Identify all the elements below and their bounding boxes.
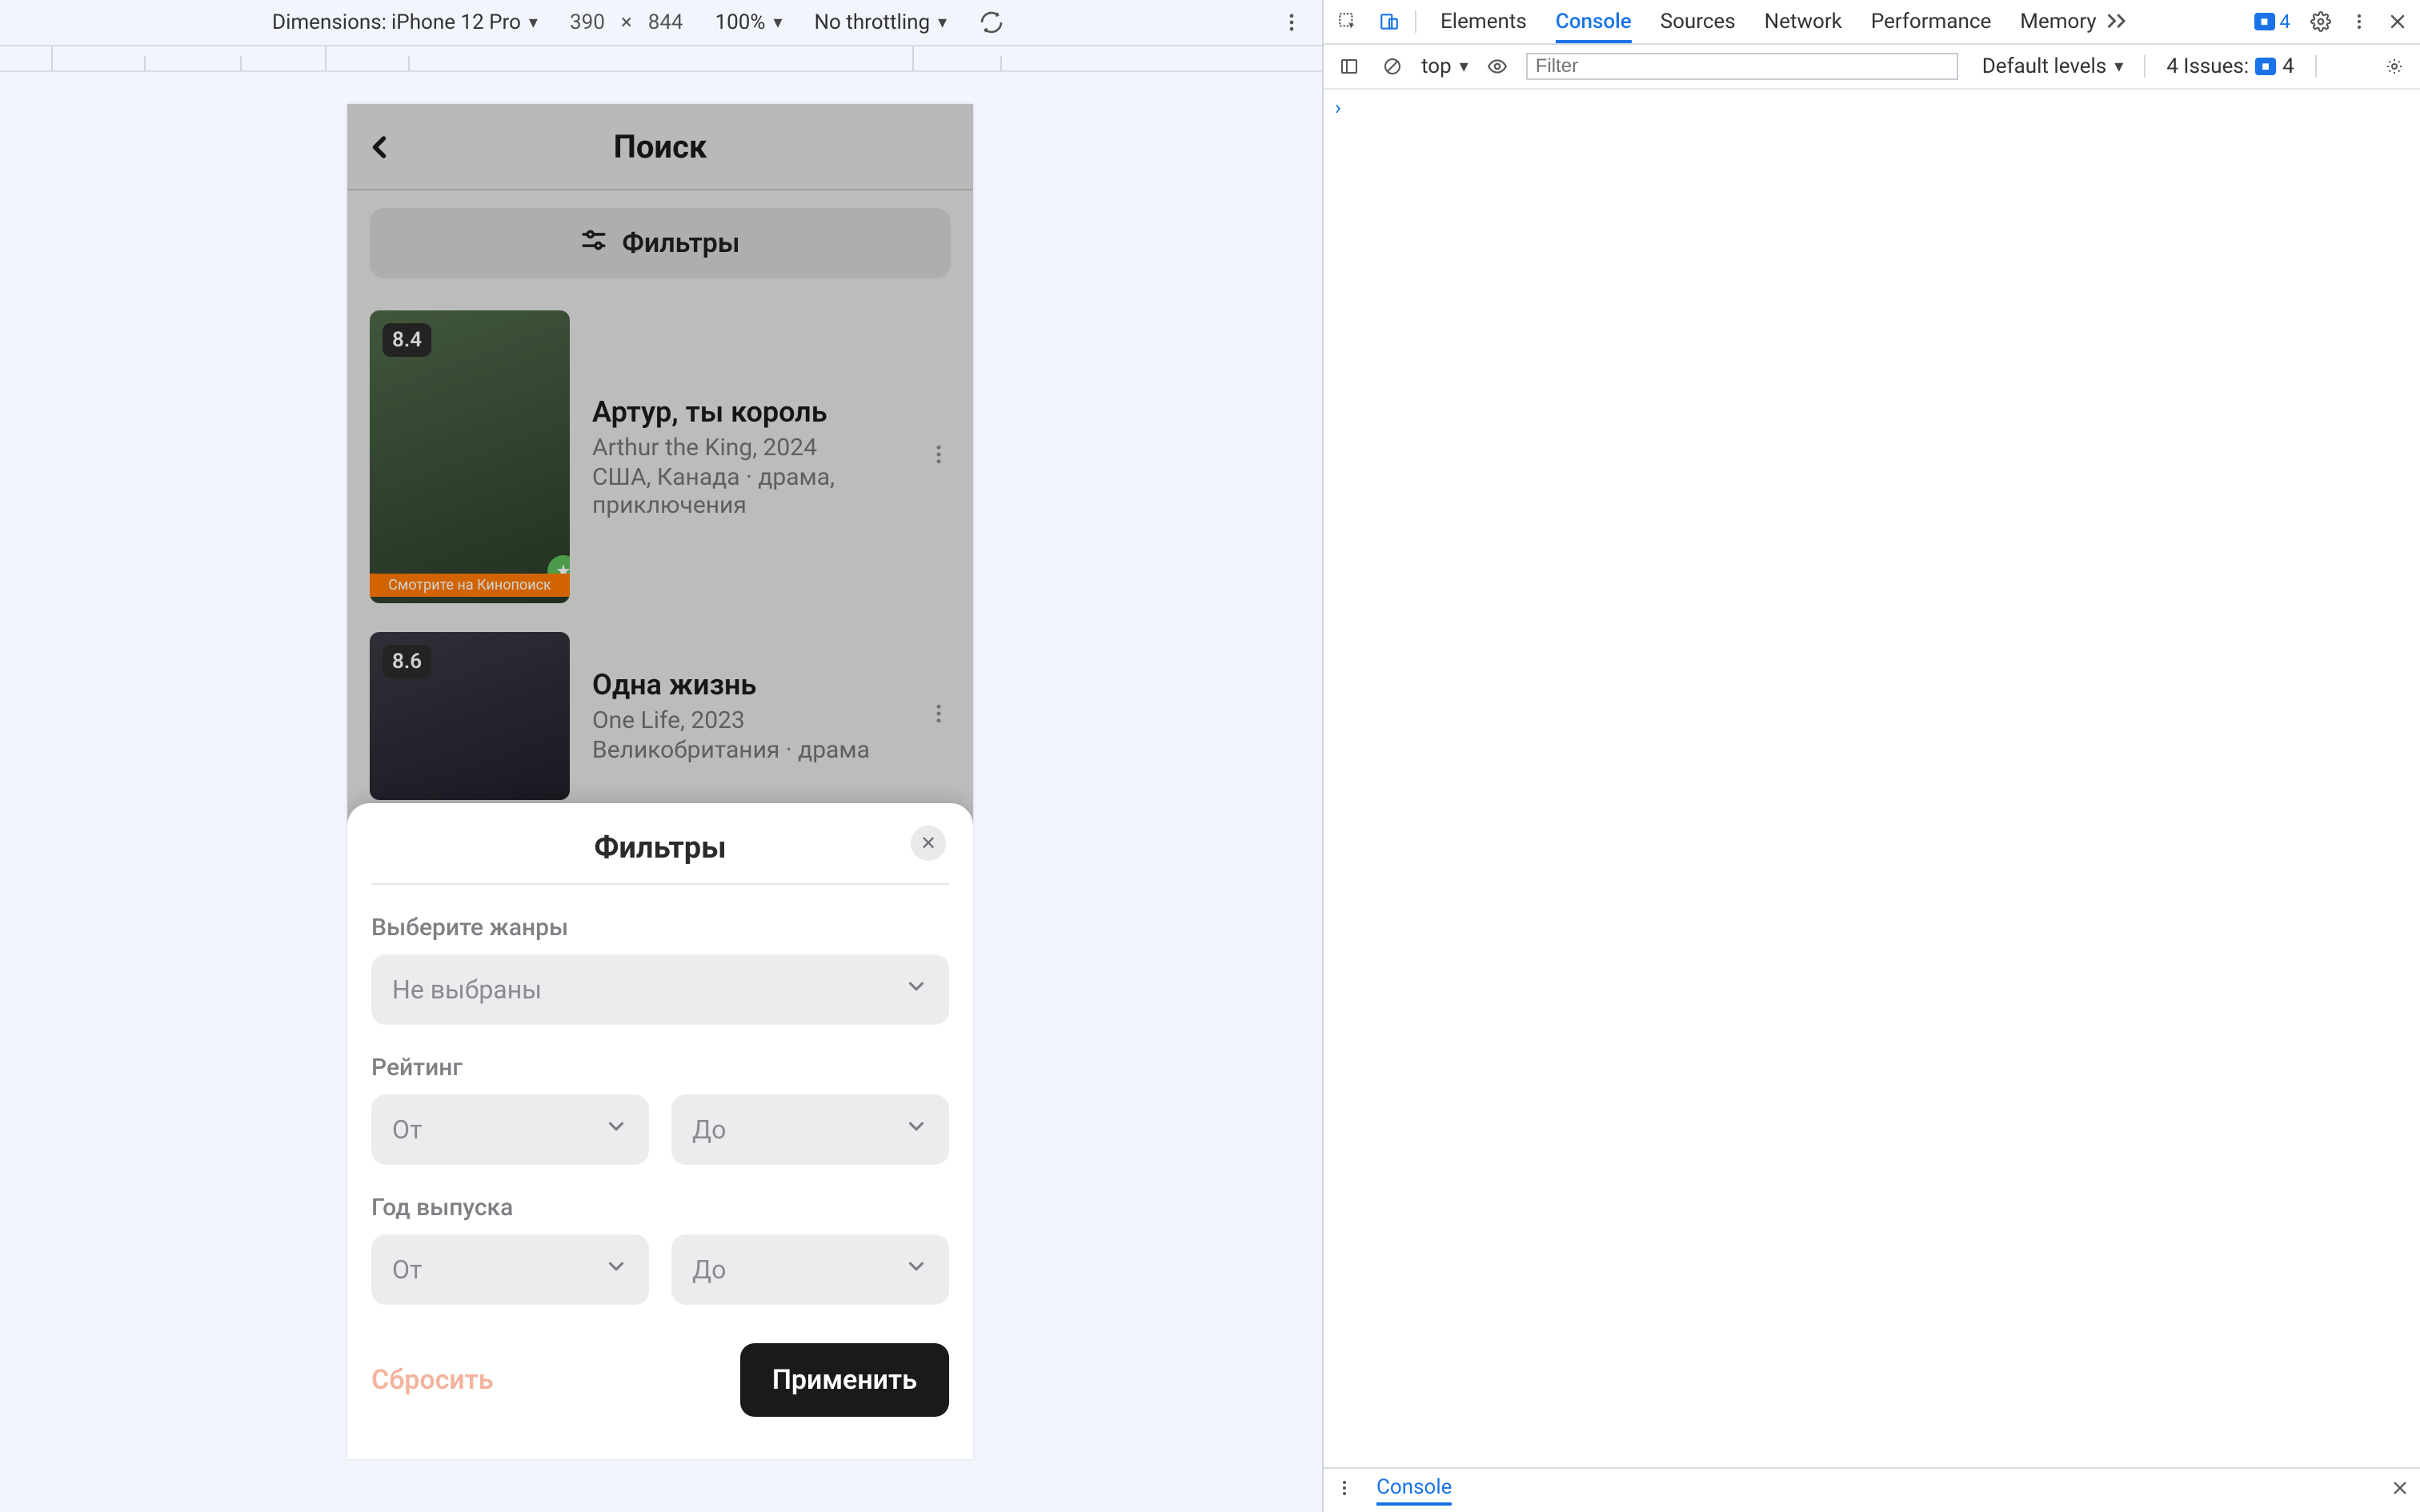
devtools-drawer: Console — [1324, 1467, 2420, 1512]
close-icon[interactable] — [2383, 7, 2412, 36]
toolbar-separator — [0, 45, 1322, 46]
from-placeholder: От — [392, 1254, 422, 1285]
log-levels-selector[interactable]: Default levels ▾ — [1982, 54, 2124, 78]
console-prompt-caret-icon: › — [1335, 96, 1341, 120]
filters-sheet: Фильтры ✕ Выберите жанры Не выбраны Рейт… — [347, 803, 973, 1459]
issues-counter[interactable]: 4 Issues: ■ 4 — [2166, 54, 2294, 78]
genres-placeholder: Не выбраны — [392, 974, 542, 1005]
tab-network[interactable]: Network — [1765, 0, 1842, 43]
sheet-header: Фильтры ✕ — [371, 826, 949, 885]
rating-to-select[interactable]: До — [671, 1094, 949, 1165]
caret-down-icon: ▾ — [529, 13, 538, 33]
settings-icon[interactable] — [2306, 7, 2335, 36]
ruler — [0, 70, 1322, 72]
messages-badge[interactable]: ■ 4 — [2254, 10, 2291, 33]
clear-console-icon[interactable] — [1378, 52, 1407, 81]
more-tabs-icon[interactable] — [2106, 10, 2129, 34]
zoom-selector[interactable]: 100% ▾ — [715, 10, 783, 34]
message-icon: ■ — [2255, 58, 2276, 75]
throttling-selector[interactable]: No throttling ▾ — [814, 10, 947, 34]
chevron-down-icon — [604, 1254, 628, 1285]
to-placeholder: До — [692, 1114, 726, 1145]
tab-memory[interactable]: Memory — [2020, 0, 2096, 43]
tab-performance[interactable]: Performance — [1871, 0, 1991, 43]
chevron-down-icon — [904, 1114, 928, 1145]
kebab-menu-icon[interactable] — [1280, 11, 1303, 34]
year-to-select[interactable]: До — [671, 1234, 949, 1305]
device-toolbar: Dimensions: iPhone 12 Pro ▾ 390 × 844 10… — [0, 0, 1322, 45]
year-from-select[interactable]: От — [371, 1234, 649, 1305]
console-toolbar: top ▾ Default levels ▾ 4 Issues: ■ 4 — [1324, 45, 2420, 90]
times-icon: × — [621, 10, 632, 34]
chevron-down-icon — [904, 974, 928, 1005]
caret-down-icon: ▾ — [938, 13, 947, 33]
sheet-title: Фильтры — [594, 830, 726, 866]
height-input[interactable]: 844 — [648, 10, 683, 34]
kebab-menu-icon[interactable] — [2345, 7, 2374, 36]
chevron-down-icon — [904, 1254, 928, 1285]
kebab-menu-icon[interactable] — [1335, 1478, 1354, 1503]
from-placeholder: От — [392, 1114, 422, 1145]
issues-label: 4 Issues: — [2166, 54, 2249, 78]
devtools-panel: Elements Console Sources Network Perform… — [1322, 0, 2420, 1512]
close-icon[interactable] — [2391, 1478, 2409, 1502]
devtools-tabs: Elements Console Sources Network Perform… — [1440, 0, 2097, 43]
inspect-element-icon[interactable] — [1332, 9, 1364, 34]
drawer-tab-console[interactable]: Console — [1376, 1475, 1452, 1506]
device-dimensions-selector[interactable]: Dimensions: iPhone 12 Pro ▾ — [272, 10, 538, 34]
to-placeholder: До — [692, 1254, 726, 1285]
tab-elements[interactable]: Elements — [1440, 0, 1527, 43]
levels-value: Default levels — [1982, 54, 2107, 78]
width-input[interactable]: 390 — [570, 10, 605, 34]
console-settings-icon[interactable] — [2380, 52, 2409, 81]
filter-input[interactable] — [1526, 53, 1958, 80]
close-icon[interactable]: ✕ — [911, 826, 946, 861]
issues-count: 4 — [2282, 54, 2294, 78]
device-name: iPhone 12 Pro — [391, 10, 521, 34]
zoom-value: 100% — [715, 10, 766, 34]
console-body[interactable]: › — [1324, 90, 2420, 126]
genres-label: Выберите жанры — [371, 914, 949, 942]
emulated-phone-viewport: Поиск Фильтры 8.4 ★ Смотрите на Кинопоис… — [347, 104, 973, 1459]
tab-sources[interactable]: Sources — [1661, 0, 1736, 43]
toggle-device-toolbar-icon[interactable] — [1373, 9, 1405, 34]
caret-down-icon: ▾ — [2114, 57, 2123, 77]
rotate-icon[interactable] — [979, 10, 1004, 35]
dimensions-inputs: 390 × 844 — [570, 10, 683, 34]
chevron-down-icon — [604, 1114, 628, 1145]
throttling-value: No throttling — [814, 10, 930, 34]
tab-console[interactable]: Console — [1556, 0, 1632, 43]
year-label: Год выпуска — [371, 1194, 949, 1222]
live-expression-icon[interactable] — [1483, 52, 1512, 81]
genres-select[interactable]: Не выбраны — [371, 954, 949, 1025]
execution-context-selector[interactable]: top ▾ — [1421, 54, 1468, 78]
context-value: top — [1421, 54, 1452, 78]
apply-button[interactable]: Применить — [740, 1343, 949, 1417]
caret-down-icon: ▾ — [773, 13, 782, 33]
caret-down-icon: ▾ — [1460, 57, 1468, 77]
rating-from-select[interactable]: От — [371, 1094, 649, 1165]
device-emulation-area: Dimensions: iPhone 12 Pro ▾ 390 × 844 10… — [0, 0, 1322, 1512]
message-icon: ■ — [2254, 13, 2275, 30]
rating-label: Рейтинг — [371, 1054, 949, 1082]
messages-count: 4 — [2280, 10, 2291, 33]
toggle-sidebar-icon[interactable] — [1335, 52, 1364, 81]
dimensions-label: Dimensions: — [272, 10, 387, 34]
devtools-topbar: Elements Console Sources Network Perform… — [1324, 0, 2420, 45]
reset-button[interactable]: Сбросить — [371, 1364, 494, 1396]
